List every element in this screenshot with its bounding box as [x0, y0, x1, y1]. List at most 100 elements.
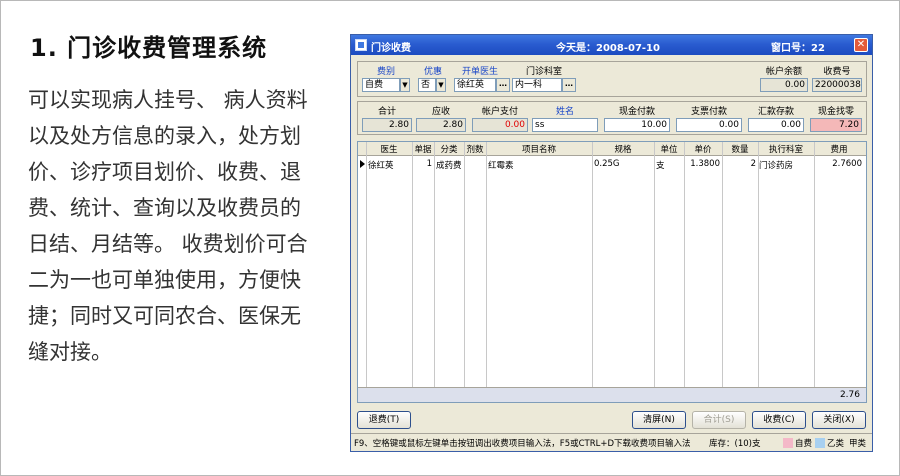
cell-price: 1.3800: [690, 159, 720, 169]
col-qty: 数量: [731, 145, 749, 155]
slide-title: 1. 门诊收费管理系统: [30, 34, 268, 62]
today-date: 今天是：2008-07-10: [556, 43, 660, 54]
cash-label: 现金付款: [618, 107, 655, 117]
cash-input[interactable]: 10.00: [604, 118, 670, 132]
close-icon[interactable]: ✕: [854, 38, 868, 52]
grid-line: [684, 142, 685, 387]
refund-button[interactable]: 退费(T): [357, 411, 411, 429]
table-total-value: 2.76: [839, 390, 860, 400]
grid-line: [654, 142, 655, 387]
cell-qty: 2: [750, 159, 756, 169]
check-input[interactable]: 0.00: [676, 118, 742, 132]
doctor-field[interactable]: 徐红英: [454, 78, 496, 92]
close-button[interactable]: 关闭(X): [812, 411, 866, 429]
receipt-label: 收费号: [823, 67, 851, 77]
remit-input[interactable]: 0.00: [748, 118, 804, 132]
grid-line: [464, 142, 465, 387]
change-label: 现金找零: [817, 107, 854, 117]
legend-label-self-pay: 自费: [795, 439, 813, 449]
cell-item: 红霉素: [488, 161, 514, 171]
stock-info: 库存：(10)支: [709, 439, 761, 449]
balance-label: 帐户余额: [765, 67, 802, 77]
name-input[interactable]: ss: [532, 118, 598, 132]
status-hint: F9、空格键或鼠标左键单击按钮调出收费项目输入法，F5或CTRL+D下载收费项目…: [354, 439, 691, 449]
receivable-label: 应收: [431, 107, 450, 117]
col-unit: 单位: [660, 145, 678, 155]
slide-body-line: 缝对接。: [28, 340, 112, 364]
grid-line: [486, 142, 487, 387]
grid-line: [592, 142, 593, 387]
sum-button[interactable]: 合计(S): [692, 411, 746, 429]
receipt-number: 22000038: [812, 78, 862, 92]
col-price: 单价: [694, 145, 712, 155]
col-spec: 规格: [614, 145, 632, 155]
account-pay-label: 帐户支付: [481, 107, 518, 117]
grid-line: [758, 142, 759, 387]
col-category: 分类: [440, 145, 458, 155]
charge-button[interactable]: 收费(C): [752, 411, 806, 429]
col-doctor: 医生: [380, 145, 398, 155]
discount-label: 优惠: [423, 67, 442, 77]
payment-group: 合计 2.80 应收 2.80 帐户支付 0.00 姓名 ss 现金付款 10.…: [357, 101, 867, 135]
slide-body-line: 价、诊疗项目划价、收费、退: [28, 160, 301, 184]
cell-slip: 1: [426, 159, 432, 169]
cell-fee: 2.7600: [832, 159, 862, 169]
outpatient-charge-window: 门诊收费 今天是：2008-07-10 窗口号：22 ✕ 费别 自费 ▼ 优惠 …: [350, 34, 873, 452]
total-label: 合计: [377, 107, 396, 117]
window-title: 门诊收费: [371, 43, 411, 54]
patient-info-group: 费别 自费 ▼ 优惠 否 ▼ 开单医生 徐红英 … 门诊科室 内一科 … 帐户余…: [357, 61, 867, 97]
table-row[interactable]: 徐红英 1 成药费 红霉素 0.25G 支 1.3800 2 门诊药房 2.76…: [358, 157, 866, 171]
chevron-down-icon[interactable]: ▼: [400, 78, 410, 92]
col-item: 项目名称: [521, 145, 556, 155]
cell-spec: 0.25G: [594, 159, 620, 169]
dept-field[interactable]: 内一科: [512, 78, 562, 92]
balance-value: 0.00: [760, 78, 808, 92]
clear-button[interactable]: 清屏(N): [632, 411, 686, 429]
chevron-down-icon[interactable]: ▼: [436, 78, 446, 92]
total-value: 2.80: [362, 118, 412, 132]
slide-body-line: 费、统计、查询以及收费员的: [28, 196, 301, 220]
slide-body-line: 可以实现病人挂号、 病人资料: [28, 88, 308, 112]
slide-body-line: 二为一也可单独使用，方便快: [28, 268, 301, 292]
receivable-value: 2.80: [416, 118, 466, 132]
grid-line: [722, 142, 723, 387]
slide-body-line: 捷；同时又可同农合、医保无: [28, 304, 301, 328]
doctor-lookup-button[interactable]: …: [496, 78, 510, 92]
legend-label-class-b: 乙类: [827, 439, 845, 449]
check-label: 支票付款: [690, 107, 727, 117]
cell-exec-dept: 门诊药房: [759, 161, 794, 171]
slide-body: 可以实现病人挂号、 病人资料 以及处方信息的录入，处方划 价、诊疗项目划价、收费…: [28, 82, 346, 370]
slide-body-line: 以及处方信息的录入，处方划: [28, 124, 301, 148]
col-fee: 费用: [830, 145, 848, 155]
col-exec-dept: 执行科室: [768, 145, 803, 155]
legend-swatch-self-pay: [783, 438, 793, 448]
fee-type-label: 费别: [376, 67, 395, 77]
grid-line: [814, 142, 815, 387]
status-bar: F9、空格键或鼠标左键单击按钮调出收费项目输入法，F5或CTRL+D下载收费项目…: [351, 433, 872, 451]
fee-type-select[interactable]: 自费: [362, 78, 400, 92]
cell-unit: 支: [656, 161, 665, 171]
col-slip: 单据: [414, 145, 432, 155]
app-icon: [355, 39, 367, 51]
legend-label-class-a: 甲类: [849, 439, 867, 449]
change-value: 7.20: [810, 118, 862, 132]
dept-lookup-button[interactable]: …: [562, 78, 576, 92]
legend-swatch-class-b: [815, 438, 825, 448]
window-titlebar[interactable]: 门诊收费 今天是：2008-07-10 窗口号：22 ✕: [351, 35, 872, 55]
charge-items-table: 医生 单据 分类 剂数 项目名称 规格 单位 单价 数量 执行科室 费用 徐红英…: [357, 141, 867, 403]
table-total-row: 2.76: [358, 387, 866, 402]
window-number: 窗口号：22: [771, 43, 825, 54]
doctor-label: 开单医生: [461, 67, 498, 77]
remit-label: 汇款存款: [757, 107, 794, 117]
grid-line: [412, 142, 413, 387]
discount-select[interactable]: 否: [418, 78, 436, 92]
cell-doctor: 徐红英: [368, 161, 394, 171]
account-pay-value: 0.00: [472, 118, 528, 132]
cell-category: 成药费: [436, 161, 462, 171]
grid-line: [434, 142, 435, 387]
slide-body-line: 日结、月结等。 收费划价可合: [28, 232, 308, 256]
grid-line: [366, 142, 367, 387]
name-label: 姓名: [555, 107, 574, 117]
col-doses: 剂数: [466, 145, 484, 155]
dept-label: 门诊科室: [525, 67, 562, 77]
